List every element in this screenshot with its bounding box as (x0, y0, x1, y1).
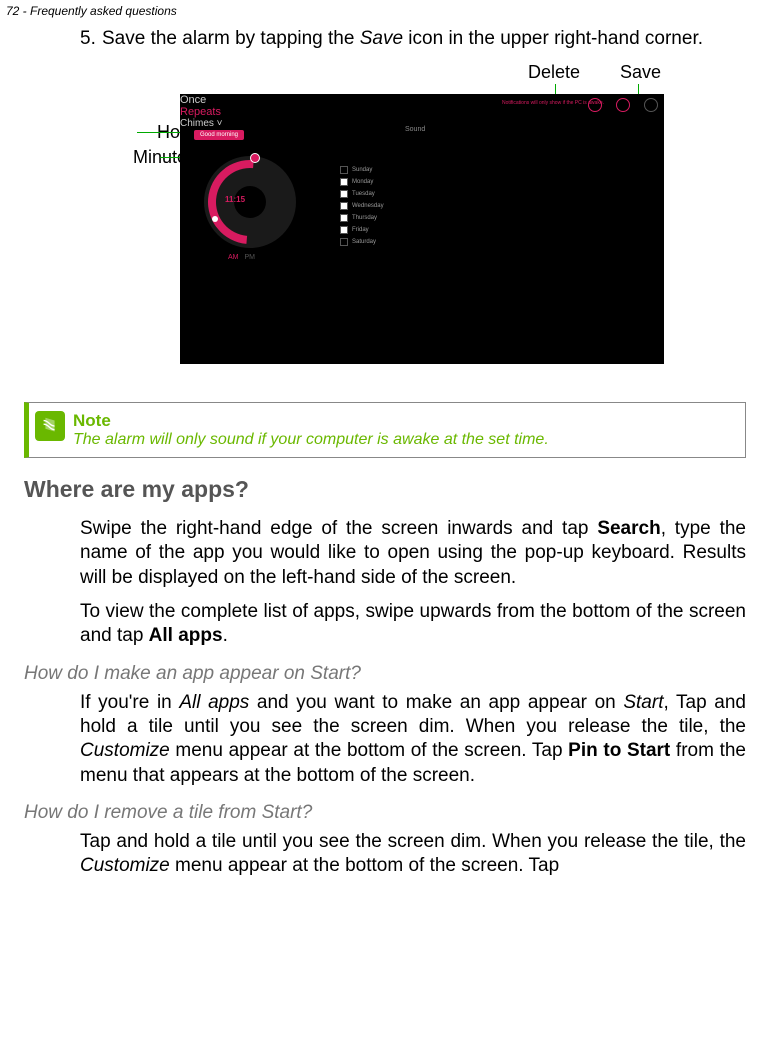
day-item[interactable]: Sunday (352, 164, 372, 176)
note-text: The alarm will only sound if your comput… (73, 431, 549, 449)
menu-icon[interactable] (644, 98, 658, 112)
paragraph: If you're in All apps and you want to ma… (80, 691, 746, 788)
alarm-name-tag[interactable]: Good morning (194, 130, 244, 140)
callout-save: Save (620, 62, 661, 83)
day-item[interactable]: Thursday (352, 212, 377, 224)
day-list: Sunday Monday Tuesday Wednesday Thursday… (340, 164, 384, 248)
time-dial[interactable]: 11:15 (204, 156, 296, 248)
delete-icon[interactable] (588, 98, 602, 112)
paragraph: Tap and hold a tile until you see the sc… (80, 830, 746, 879)
step-text-post: icon in the upper right-hand corner. (403, 28, 703, 49)
day-item[interactable]: Wednesday (352, 200, 384, 212)
dial-time: 11:15 (225, 195, 245, 204)
save-icon[interactable] (616, 98, 630, 112)
callout-delete: Delete (528, 62, 580, 83)
pm-toggle[interactable]: PM (245, 254, 256, 261)
alarm-screenshot: Notifications will only show if the PC i… (180, 94, 664, 364)
step-number: 5. (80, 28, 102, 50)
note-title: Note (73, 411, 549, 431)
day-item[interactable]: Friday (352, 224, 369, 236)
heading-pin-start: How do I make an app appear on Start? (24, 663, 746, 685)
day-item[interactable]: Saturday (352, 236, 376, 248)
note-box: Note The alarm will only sound if your c… (24, 402, 746, 458)
hour-handle-icon[interactable] (250, 153, 260, 163)
figure: Delete Save Hour Minutes Notifications w… (80, 62, 746, 382)
am-toggle[interactable]: AM (228, 254, 239, 261)
note-icon (35, 411, 65, 441)
minute-handle-icon[interactable] (212, 216, 218, 222)
sound-header: Sound (405, 126, 425, 133)
day-item[interactable]: Tuesday (352, 188, 375, 200)
step-text-pre: Save the alarm by tapping the (102, 28, 360, 49)
heading-where-apps: Where are my apps? (24, 476, 746, 503)
step-text-save: Save (360, 28, 403, 49)
step-text: Save the alarm by tapping the Save icon … (102, 28, 703, 50)
paragraph: To view the complete list of apps, swipe… (80, 600, 746, 649)
page-header: 72 - Frequently asked questions (0, 0, 770, 18)
heading-remove-tile: How do I remove a tile from Start? (24, 802, 746, 824)
paragraph: Swipe the right-hand edge of the screen … (80, 517, 746, 590)
day-item[interactable]: Monday (352, 176, 373, 188)
